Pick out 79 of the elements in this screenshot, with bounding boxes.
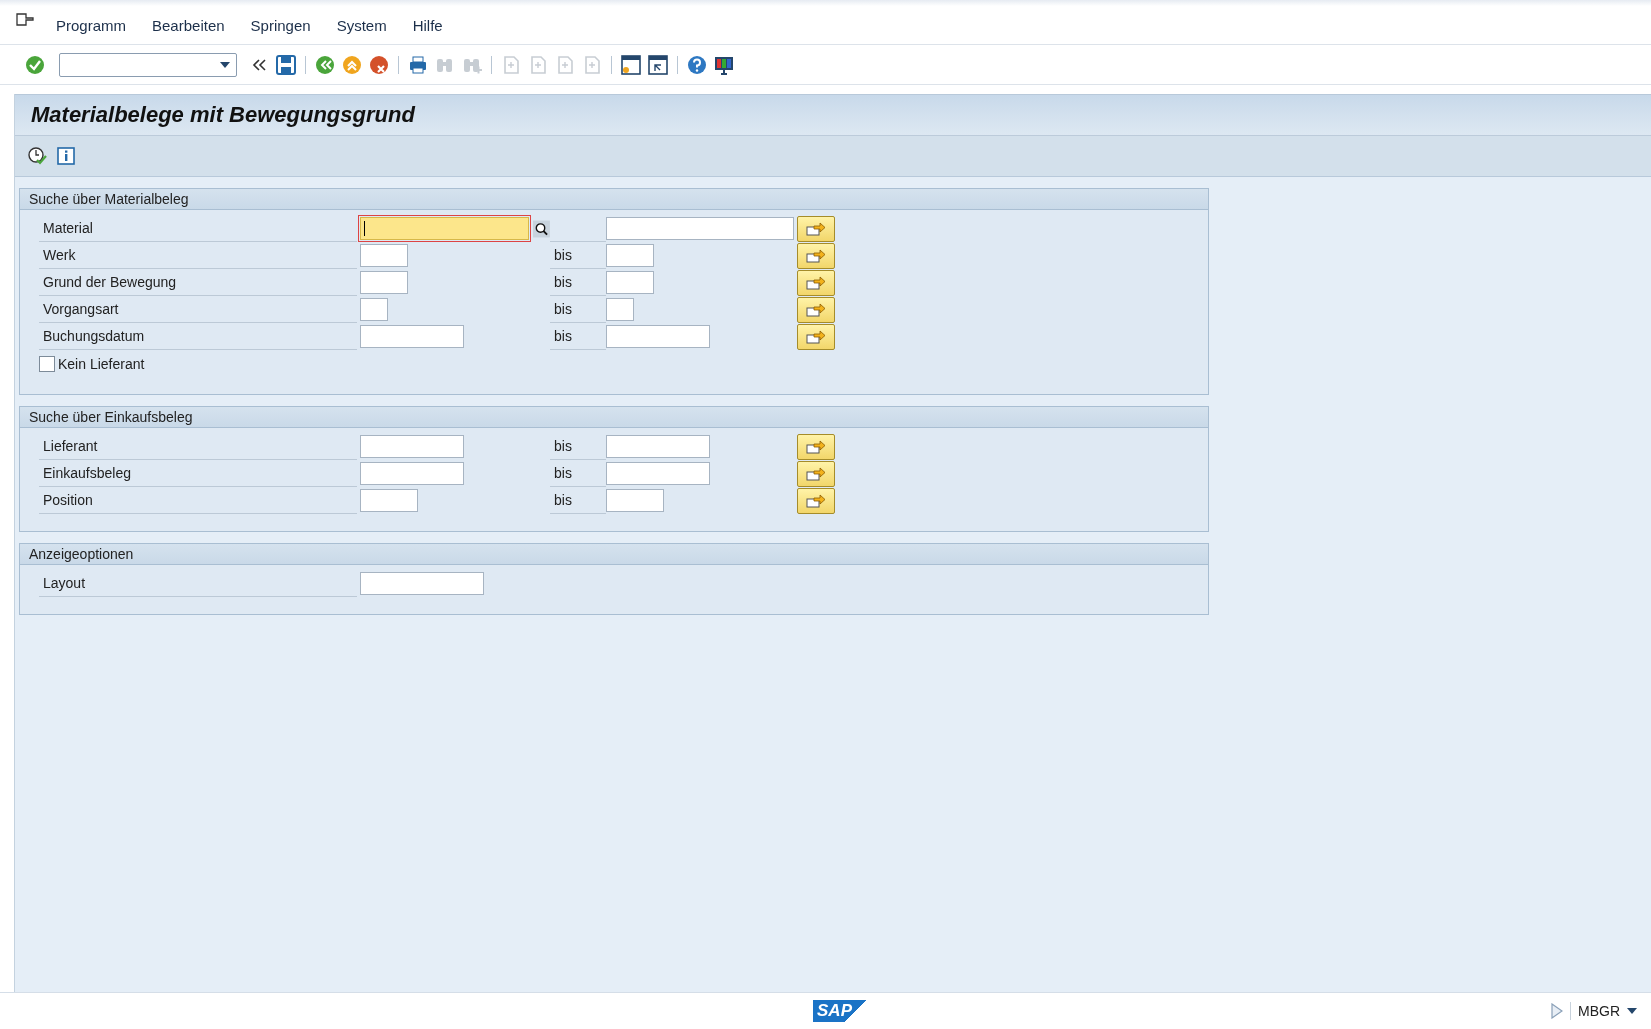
input-field[interactable] — [606, 244, 654, 267]
dropdown-icon[interactable] — [220, 61, 230, 68]
range-to-label: bis — [554, 492, 572, 508]
multiple-selection-button[interactable] — [797, 269, 835, 296]
field-label: Grund der Bewegung — [39, 269, 357, 296]
cancel-icon[interactable] — [368, 53, 390, 76]
field-label: Layout — [39, 570, 357, 597]
input-field[interactable] — [360, 298, 388, 321]
clock-check-icon[interactable] — [27, 146, 47, 166]
multiple-selection-button[interactable] — [797, 242, 835, 269]
field-label: Werk — [39, 242, 357, 269]
save-icon[interactable] — [275, 53, 297, 76]
transaction-code[interactable]: MBGR — [1578, 1003, 1620, 1019]
shortcut-icon[interactable] — [647, 53, 669, 76]
field-label: Material — [39, 215, 357, 242]
input-field[interactable] — [606, 489, 664, 512]
multiple-selection-button[interactable] — [797, 460, 835, 487]
field-label: Vorgangsart — [39, 296, 357, 323]
input-field[interactable] — [606, 217, 794, 240]
print-icon[interactable] — [407, 53, 429, 76]
input-field[interactable] — [606, 462, 710, 485]
field-label: Buchungsdatum — [39, 323, 357, 350]
range-to-label: bis — [554, 465, 572, 481]
menu-icon[interactable] — [16, 13, 34, 27]
multiple-selection-button[interactable] — [797, 215, 835, 242]
range-to-label: bis — [554, 247, 572, 263]
info-icon[interactable] — [57, 147, 75, 165]
range-to-label: bis — [554, 328, 572, 344]
folder-arrow-icon — [806, 220, 826, 237]
range-to-label: bis — [554, 274, 572, 290]
input-field[interactable] — [606, 325, 710, 348]
sap-logo: SAP — [813, 1000, 868, 1022]
help-icon[interactable] — [686, 53, 708, 76]
new-session-icon[interactable] — [620, 53, 642, 76]
checkbox[interactable] — [39, 355, 55, 372]
screen-title: Materialbelege mit Bewegungsgrund — [31, 102, 415, 128]
folder-arrow-icon — [806, 328, 826, 345]
group-title: Suche über Materialbeleg — [29, 191, 189, 207]
multiple-selection-button[interactable] — [797, 487, 835, 514]
input-field[interactable] — [360, 462, 464, 485]
field-label: Lieferant — [39, 433, 357, 460]
multiple-selection-button[interactable] — [797, 296, 835, 323]
command-field[interactable] — [59, 52, 237, 77]
menu-item[interactable]: System — [336, 16, 387, 34]
menu-item[interactable]: Springen — [250, 16, 311, 34]
search-icon[interactable] — [533, 219, 550, 238]
input-field[interactable] — [360, 325, 464, 348]
field-label: Position — [39, 487, 357, 514]
input-field[interactable] — [360, 244, 408, 267]
menu-item[interactable]: Hilfe — [412, 16, 443, 34]
checkbox-label: Kein Lieferant — [58, 355, 145, 372]
input-field[interactable] — [360, 217, 530, 240]
multiple-selection-button[interactable] — [797, 433, 835, 460]
folder-arrow-icon — [806, 438, 826, 455]
play-icon[interactable] — [1551, 1003, 1563, 1019]
enter-icon[interactable] — [24, 53, 46, 76]
input-field[interactable] — [360, 572, 484, 595]
folder-arrow-icon — [806, 465, 826, 482]
multiple-selection-button[interactable] — [797, 323, 835, 350]
field-label: Einkaufsbeleg — [39, 460, 357, 487]
group-title: Suche über Einkaufsbeleg — [29, 409, 193, 425]
input-field[interactable] — [360, 435, 464, 458]
back-icon[interactable] — [314, 53, 336, 76]
range-to-label: bis — [554, 301, 572, 317]
input-field[interactable] — [606, 271, 654, 294]
folder-arrow-icon — [806, 247, 826, 264]
input-field[interactable] — [606, 435, 710, 458]
dropdown-icon[interactable] — [1627, 1008, 1637, 1014]
menu-item[interactable]: Bearbeiten — [152, 16, 225, 34]
group-title: Anzeigeoptionen — [29, 546, 134, 562]
input-field[interactable] — [606, 298, 634, 321]
range-to-label: bis — [554, 438, 572, 454]
input-field[interactable] — [360, 489, 418, 512]
folder-arrow-icon — [806, 301, 826, 318]
folder-arrow-icon — [806, 274, 826, 291]
input-field[interactable] — [360, 271, 408, 294]
menu-item[interactable]: Programm — [56, 16, 126, 34]
exit-icon[interactable] — [341, 53, 363, 76]
folder-arrow-icon — [806, 492, 826, 509]
